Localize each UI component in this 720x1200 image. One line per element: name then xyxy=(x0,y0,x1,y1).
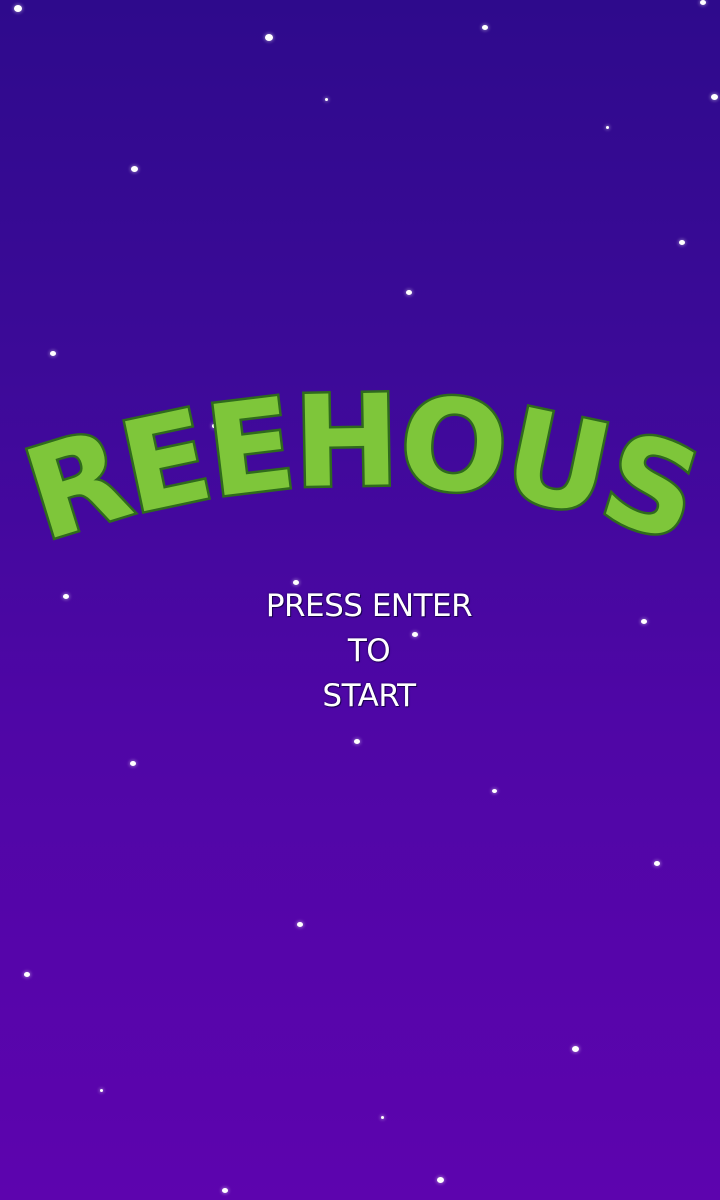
star xyxy=(679,240,685,245)
prompt-line-2: TO xyxy=(347,633,391,669)
star xyxy=(437,1177,444,1183)
star xyxy=(100,1089,103,1092)
star xyxy=(222,1188,228,1193)
star xyxy=(654,861,660,866)
star xyxy=(297,922,303,927)
game-title-logo: TREEHOUSE xyxy=(0,380,719,572)
star xyxy=(14,5,22,12)
star xyxy=(700,0,706,5)
prompt-line-1: PRESS ENTER xyxy=(265,588,473,624)
game-title-text: TREEHOUSE xyxy=(0,380,719,572)
star xyxy=(606,126,609,129)
star xyxy=(711,94,718,100)
title-screen: TREEHOUSE PRESS ENTER TO START xyxy=(0,0,720,1200)
star xyxy=(325,98,328,101)
star xyxy=(50,351,56,356)
game-title: TREEHOUSE xyxy=(0,380,713,570)
star xyxy=(130,761,136,766)
star xyxy=(265,34,273,41)
press-enter-prompt[interactable]: PRESS ENTER TO START xyxy=(0,584,720,719)
star xyxy=(482,25,488,30)
prompt-line-3: START xyxy=(322,678,416,714)
star xyxy=(492,789,497,793)
star xyxy=(24,972,30,977)
star xyxy=(406,290,412,295)
star xyxy=(572,1046,579,1052)
star xyxy=(131,166,138,172)
star xyxy=(354,739,360,744)
star xyxy=(381,1116,384,1119)
